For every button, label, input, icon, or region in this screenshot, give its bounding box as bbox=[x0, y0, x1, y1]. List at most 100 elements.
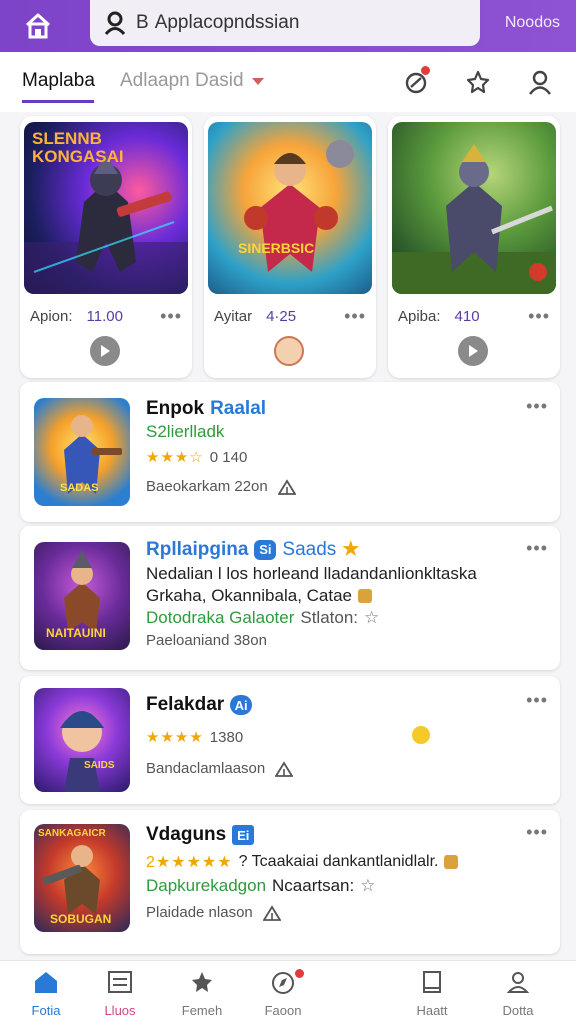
thumbnail-caption: SOBUGAN bbox=[50, 912, 112, 926]
app-footer: Baeokarkam 22on bbox=[146, 478, 296, 495]
app-title-text: Rpllaipgina bbox=[146, 538, 249, 560]
developer-status: Ncaartsan: bbox=[272, 876, 355, 895]
rating-stars: ★★★★ bbox=[146, 729, 204, 746]
featured-meta: Apiba: 410 bbox=[398, 308, 480, 325]
tent-icon bbox=[262, 904, 281, 921]
star-icon bbox=[167, 969, 237, 995]
rating-stars: ★★★☆ bbox=[146, 449, 204, 466]
footer-text: Baeokarkam 22on bbox=[146, 478, 268, 495]
search-bar[interactable]: B Applacopndssian bbox=[90, 0, 480, 46]
nav-label: Femeh bbox=[181, 1003, 223, 1018]
list-item[interactable]: SAIDS Felakdar Ai ★★★★ 1380 Bandaclamlaa… bbox=[20, 676, 560, 804]
more-icon[interactable]: ••• bbox=[526, 822, 548, 843]
app-title-alt: Saads bbox=[282, 538, 337, 560]
notification-icon[interactable] bbox=[398, 66, 434, 98]
bookmark-icon bbox=[397, 969, 467, 995]
thumbnail-caption: SADAS bbox=[60, 482, 99, 494]
more-icon[interactable]: ••• bbox=[344, 306, 366, 327]
tab-row: Maplaba Adlaapn Dasid bbox=[0, 52, 576, 112]
home-icon[interactable] bbox=[20, 8, 56, 44]
rating-count: 0 140 bbox=[209, 448, 248, 466]
footer-text: Plaidade nlason bbox=[146, 904, 253, 921]
footer-text: Bandaclamlaason bbox=[146, 760, 266, 777]
rating-row: 2★★★★★ ? Tcaakaiai dankantlanidlalr. bbox=[146, 852, 459, 872]
more-icon[interactable]: ••• bbox=[160, 306, 182, 327]
tent-icon bbox=[275, 760, 294, 777]
more-icon[interactable]: ••• bbox=[526, 690, 548, 711]
star-outline-icon: ☆ bbox=[360, 876, 376, 895]
search-text: Applacopndssian bbox=[154, 12, 300, 33]
featured-card[interactable]: SLENNB KONGASAI Apion: 11.00 ••• bbox=[20, 116, 192, 378]
list-item[interactable]: NAITAUINI Rpllaipgina Si Saads ★ Nedalia… bbox=[20, 526, 560, 670]
profile-icon[interactable] bbox=[522, 66, 558, 98]
list-icon bbox=[85, 969, 155, 995]
nav-item-profile[interactable]: Dotta bbox=[483, 969, 553, 1018]
nav-label: Dotta bbox=[502, 1003, 534, 1018]
gift-icon bbox=[358, 589, 373, 603]
featured-label: Apiba: bbox=[398, 308, 441, 325]
tab-underline bbox=[22, 100, 94, 103]
app-title: Enpok Raalal bbox=[146, 398, 266, 420]
rating-count: 1380 bbox=[209, 728, 244, 746]
list-item[interactable]: SANKAGAICR SOBUGAN Vdaguns Ei 2★★★★★ ? T… bbox=[20, 810, 560, 954]
list-item[interactable]: SADAS Enpok Raalal S2lierlladk ★★★☆ 0 14… bbox=[20, 382, 560, 522]
more-icon[interactable]: ••• bbox=[526, 538, 548, 559]
chevron-down-icon bbox=[251, 77, 264, 85]
app-developer: Dapkurekadgon Ncaartsan: ☆ bbox=[146, 876, 375, 896]
app-tags-text: Grkaha, Okannibala, Catae bbox=[146, 586, 353, 605]
app-title: Felakdar Ai bbox=[146, 694, 253, 716]
verified-badge: Si bbox=[254, 539, 277, 560]
sparkle-icon: ★ bbox=[342, 539, 360, 560]
more-icon[interactable]: ••• bbox=[528, 306, 550, 327]
nav-label: Haatt bbox=[416, 1003, 448, 1018]
featured-label: Apion: bbox=[30, 308, 73, 325]
app-title-text: Enpok bbox=[146, 398, 205, 419]
tent-icon bbox=[277, 478, 296, 495]
nav-item-compass[interactable]: Faoon bbox=[248, 969, 318, 1018]
game-thumbnail: NAITAUINI bbox=[34, 542, 130, 650]
featured-value: 410 bbox=[454, 308, 480, 325]
nav-right-link[interactable]: Noodos bbox=[505, 14, 560, 32]
nav-item-star[interactable]: Femeh bbox=[167, 969, 237, 1018]
rating-row: ★★★☆ 0 140 bbox=[146, 448, 248, 467]
tab-second-label: Adlaapn Dasid bbox=[120, 70, 244, 91]
tab-active[interactable]: Maplaba bbox=[22, 70, 95, 92]
nav-item-list[interactable]: Lluos bbox=[85, 969, 155, 1018]
featured-meta: Ayitar 4·25 bbox=[214, 308, 296, 325]
developer-name: Dapkurekadgon bbox=[146, 876, 267, 895]
search-prefix: B bbox=[136, 12, 149, 33]
play-icon[interactable] bbox=[458, 336, 488, 366]
featured-row: SLENNB KONGASAI Apion: 11.00 ••• SINERBS… bbox=[20, 116, 560, 380]
game-thumbnail: SANKAGAICR SOBUGAN bbox=[34, 824, 130, 932]
user-search-icon bbox=[100, 8, 130, 38]
pizza-icon[interactable] bbox=[274, 336, 304, 366]
tab-second[interactable]: Adlaapn Dasid bbox=[120, 70, 264, 92]
featured-card[interactable]: SINERBSIC Ayitar 4·25 ••• bbox=[204, 116, 376, 378]
cover-title: SINERBSIC bbox=[238, 240, 315, 256]
nav-item-bookmark[interactable]: Haatt bbox=[397, 969, 467, 1018]
game-thumbnail: SADAS bbox=[34, 398, 130, 506]
smiley-icon bbox=[412, 726, 430, 744]
featured-value: 4·25 bbox=[266, 308, 297, 325]
cover-title: SLENNB KONGASAI bbox=[32, 129, 124, 166]
featured-meta: Apion: 11.00 bbox=[30, 308, 123, 325]
rating-stars: 2★★★★★ bbox=[146, 854, 233, 871]
nav-label: Faoon bbox=[264, 1003, 302, 1018]
play-icon[interactable] bbox=[90, 336, 120, 366]
app-footer: Plaidade nlason bbox=[146, 904, 281, 921]
nav-item-home[interactable]: Fotia bbox=[11, 969, 81, 1018]
verified-badge: Ei bbox=[232, 825, 255, 845]
featured-card[interactable]: Apiba: 410 ••• bbox=[388, 116, 560, 378]
profile-icon bbox=[483, 969, 553, 995]
home-icon bbox=[11, 969, 81, 995]
game-cover-image: SLENNB KONGASAI bbox=[24, 122, 188, 294]
top-bar: B Applacopndssian Noodos bbox=[0, 0, 576, 52]
app-title: Vdaguns Ei bbox=[146, 824, 255, 846]
star-icon[interactable] bbox=[460, 66, 496, 98]
notification-dot bbox=[295, 969, 304, 978]
more-icon[interactable]: ••• bbox=[526, 396, 548, 417]
notification-dot bbox=[421, 66, 430, 75]
developer-name: Dotodraka Galaoter bbox=[146, 608, 295, 627]
app-developer: Dotodraka Galaoter Stlaton: ☆ bbox=[146, 608, 379, 628]
app-title-text: Felakdar bbox=[146, 694, 225, 715]
